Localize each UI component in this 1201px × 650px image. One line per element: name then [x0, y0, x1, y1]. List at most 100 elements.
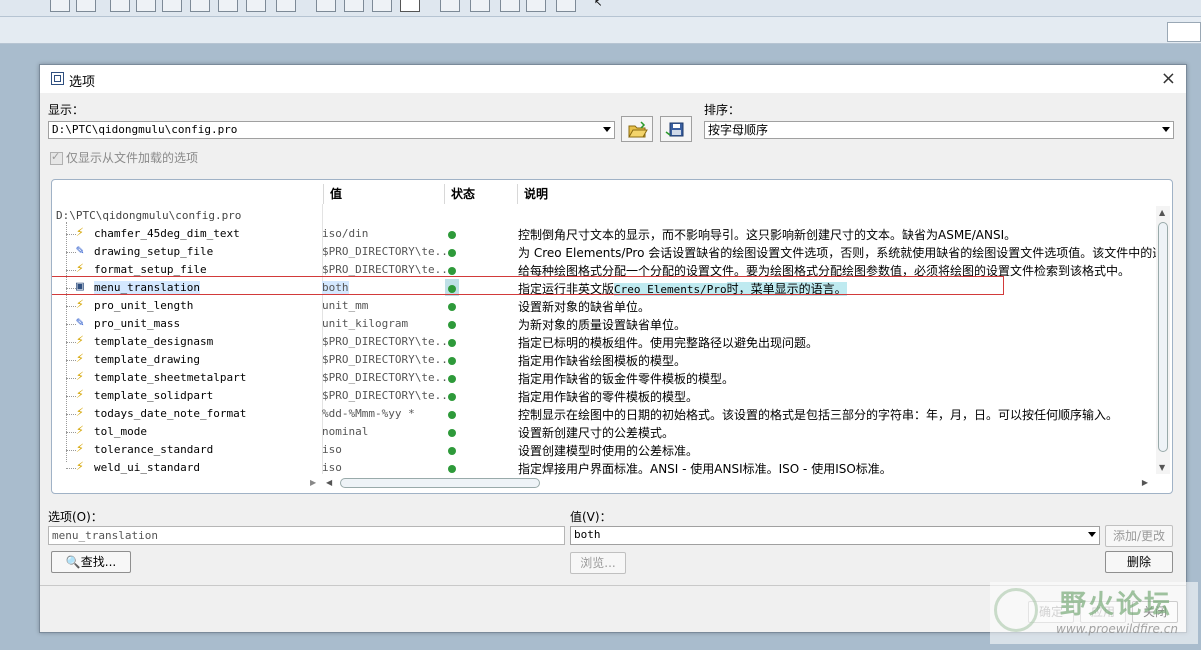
- horizontal-scrollbar[interactable]: ◀ ▶: [324, 477, 1150, 489]
- table-row[interactable]: ⚡ pro_unit_length unit_mm 设置新对象的缺省单位。: [52, 297, 1152, 315]
- lightning-icon: ⚡: [76, 351, 84, 366]
- option-value: unit_mm: [322, 299, 369, 312]
- table-row[interactable]: ⚡ tol_mode nominal 设置新创建尺寸的公差模式。: [52, 423, 1152, 441]
- chevron-down-icon[interactable]: [603, 127, 611, 132]
- loaded-only-checkbox[interactable]: [50, 150, 63, 165]
- save-config-button[interactable]: [660, 116, 692, 142]
- display-file-combo[interactable]: D:\PTC\qidongmulu\config.pro: [48, 121, 615, 139]
- toolbar-button[interactable]: [344, 0, 364, 12]
- option-name: pro_unit_mass: [94, 317, 181, 330]
- lightning-icon: ⚡: [76, 369, 84, 384]
- status-dot-icon: [448, 267, 456, 275]
- delete-button[interactable]: 删除: [1105, 551, 1173, 573]
- table-row[interactable]: ⚡ template_drawing $PRO_DIRECTORY\te... 指定用…: [52, 351, 1152, 369]
- status-dot-icon: [448, 303, 456, 311]
- option-description: 为新对象的质量设置缺省单位。: [518, 318, 687, 332]
- options-dialog: 选项 × 显示： D:\PTC\qidongmulu\config.pro 排序…: [39, 64, 1187, 633]
- option-value: $PRO_DIRECTORY\te...: [322, 389, 455, 402]
- option-name: tolerance_standard: [94, 443, 214, 456]
- option-input[interactable]: menu_translation: [48, 526, 565, 545]
- table-root-row[interactable]: D:\PTC\qidongmulu\config.pro: [52, 207, 1152, 225]
- header-description[interactable]: 说明: [518, 184, 1152, 204]
- toolbar-button[interactable]: [218, 0, 238, 12]
- option-value: $PRO_DIRECTORY\te...: [322, 353, 455, 366]
- chevron-down-icon[interactable]: [1088, 532, 1096, 537]
- option-label: 选项(O)：: [48, 510, 103, 524]
- scroll-down-icon[interactable]: ▼: [1159, 463, 1165, 472]
- option-name: todays_date_note_format: [94, 407, 247, 420]
- lightning-icon: ⚡: [76, 459, 84, 474]
- title-bar: 选项 ×: [40, 65, 1186, 93]
- table-row[interactable]: ⚡ weld_ui_standard iso 指定焊接用户界面标准。ANSI - 使用…: [52, 459, 1152, 477]
- scroll-right-icon[interactable]: ▶: [310, 478, 316, 487]
- option-name: pro_unit_length: [94, 299, 194, 312]
- table-row[interactable]: ⚡ chamfer_45deg_dim_text iso/din 控制倒角尺寸文本的显…: [52, 225, 1152, 243]
- status-dot-icon: [448, 429, 456, 437]
- sort-combo[interactable]: 按字母顺序: [704, 121, 1174, 139]
- dialog-title: 选项: [69, 75, 96, 90]
- vertical-scroll-thumb[interactable]: [1158, 222, 1168, 452]
- status-dot-icon: [448, 339, 456, 347]
- status-dot-icon: [448, 393, 456, 401]
- lightning-icon: ⚡: [76, 333, 84, 348]
- toolbar-button[interactable]: [162, 0, 182, 12]
- lightning-icon: ⚡: [76, 387, 84, 402]
- status-dot-icon: [448, 321, 456, 329]
- table-row[interactable]: ✎ drawing_setup_file $PRO_DIRECTORY\te... 为…: [52, 243, 1164, 261]
- browse-button[interactable]: 浏览...: [570, 552, 626, 574]
- option-description: 指定用作缺省的钣金件零件模板的模型。: [518, 372, 735, 386]
- vertical-scrollbar[interactable]: ▲ ▼: [1156, 206, 1170, 474]
- toolbar-button[interactable]: [372, 0, 392, 12]
- scroll-left-icon[interactable]: ◀: [326, 478, 332, 487]
- scroll-right-icon[interactable]: ▶: [1142, 478, 1148, 487]
- table-row[interactable]: ⚡ template_solidpart $PRO_DIRECTORY\te... 指…: [52, 387, 1152, 405]
- status-dot-icon: [448, 447, 456, 455]
- table-row[interactable]: ⚡ todays_date_note_format %dd-%Mmm-%yy * 控制…: [52, 405, 1152, 423]
- toolbar-button[interactable]: [136, 0, 156, 12]
- header-value[interactable]: 值: [324, 184, 445, 204]
- lightning-icon: ⚡: [76, 405, 84, 420]
- option-value: $PRO_DIRECTORY\te...: [322, 263, 455, 276]
- toolbar-button[interactable]: [246, 0, 266, 12]
- toolbar-button[interactable]: [276, 0, 296, 12]
- toolbar-button[interactable]: [556, 0, 576, 12]
- toolbar-button[interactable]: [110, 0, 130, 12]
- toolbar-button[interactable]: [190, 0, 210, 12]
- option-value: iso/din: [322, 227, 369, 240]
- open-folder-button[interactable]: [621, 116, 653, 142]
- toolbar-button[interactable]: [526, 0, 546, 12]
- status-dot-icon: [448, 375, 456, 383]
- display-label: 显示：: [48, 103, 85, 117]
- toolbar-button[interactable]: [76, 0, 96, 12]
- close-icon[interactable]: ×: [1161, 68, 1176, 89]
- header-option[interactable]: [54, 184, 324, 204]
- config-file-path: D:\PTC\qidongmulu\config.pro: [56, 209, 242, 222]
- toolbar-button[interactable]: [316, 0, 336, 12]
- status-dot-icon: [448, 357, 456, 365]
- value-combo[interactable]: both: [570, 526, 1100, 545]
- find-button[interactable]: 🔍查找...: [51, 551, 131, 573]
- toolbar-button[interactable]: [500, 0, 520, 12]
- option-description: 指定用作缺省绘图模板的模型。: [518, 354, 687, 368]
- table-row[interactable]: ⚡ template_designasm $PRO_DIRECTORY\te... 指…: [52, 333, 1152, 351]
- table-row[interactable]: ⚡ tolerance_standard iso 设置创建模型时使用的公差标准。: [52, 441, 1152, 459]
- horizontal-scroll-thumb[interactable]: [340, 478, 540, 488]
- loaded-only-label: 仅显示从文件加载的选项: [66, 151, 199, 165]
- option-value: $PRO_DIRECTORY\te...: [322, 335, 455, 348]
- watermark: 野火论坛 www.proewildfire.cn: [990, 582, 1198, 644]
- option-description: 指定焊接用户界面标准。ANSI - 使用ANSI标准。ISO - 使用ISO标准…: [518, 462, 892, 476]
- header-status[interactable]: 状态: [445, 184, 518, 204]
- toolbar-button[interactable]: [440, 0, 460, 12]
- toolbar-button[interactable]: [400, 0, 420, 12]
- toolbar-button[interactable]: [50, 0, 70, 12]
- table-row[interactable]: ⚡ template_sheetmetalpart $PRO_DIRECTORY\t…: [52, 369, 1152, 387]
- scroll-up-icon[interactable]: ▲: [1159, 208, 1165, 217]
- chevron-down-icon[interactable]: [1162, 127, 1170, 132]
- lightning-icon: ⚡: [76, 225, 84, 240]
- toolbar-button[interactable]: [470, 0, 490, 12]
- option-value: iso: [322, 443, 342, 456]
- add-change-button[interactable]: 添加/更改: [1105, 525, 1173, 547]
- toolbar-input[interactable]: [1167, 22, 1201, 42]
- folder-open-icon: [628, 121, 648, 138]
- table-row[interactable]: ✎ pro_unit_mass unit_kilogram 为新对象的质量设置缺省单位…: [52, 315, 1152, 333]
